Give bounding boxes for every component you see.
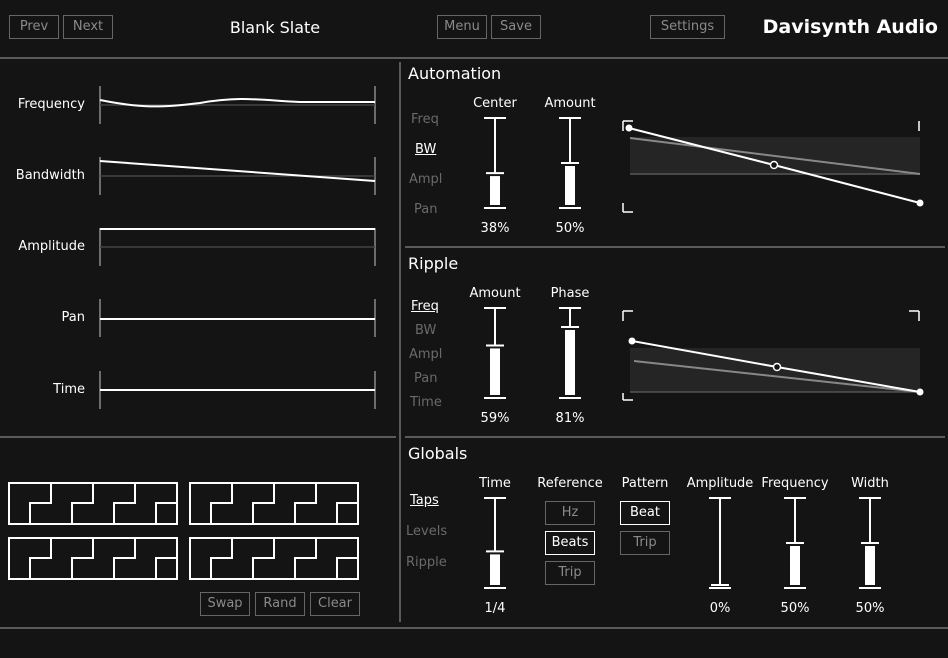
globals-tab-levels[interactable]: Levels [406,524,447,539]
settings-button[interactable]: Settings [650,15,725,39]
time-label: Time [479,476,511,491]
reference-hz-button[interactable]: Hz [545,501,595,525]
time-slider[interactable] [482,497,508,589]
footer-divider [0,627,948,629]
reference-label: Reference [537,476,603,491]
ripple-divider [405,436,945,438]
automation-target-bw[interactable]: BW [415,142,436,157]
ripple-phase-label: Phase [550,286,590,301]
automation-amount-label: Amount [544,96,596,111]
automation-title: Automation [408,64,502,83]
bandwidth-envelope-curve [99,160,376,182]
automation-graph[interactable] [622,120,928,213]
globals-title: Globals [408,444,468,463]
ripple-target-time[interactable]: Time [410,395,442,410]
ripple-amount-value: 59% [480,411,510,426]
save-button[interactable]: Save [491,15,541,39]
automation-target-freq[interactable]: Freq [411,112,439,127]
pattern-beat-button[interactable]: Beat [620,501,670,525]
slider-fill [790,546,800,585]
frequency-label: Frequency [761,476,829,491]
automation-amount-slider[interactable] [557,117,583,209]
slider-fill [490,348,500,395]
automation-amount-value: 50% [555,221,585,236]
width-value: 50% [855,601,885,616]
width-slider[interactable] [857,497,883,589]
slider-fill [865,546,875,585]
ripple-title: Ripple [408,254,459,273]
reference-beats-button[interactable]: Beats [545,531,595,555]
ripple-target-ampl[interactable]: Ampl [409,347,442,362]
clear-button[interactable]: Clear [310,592,360,616]
brand-logo: Davisynth Audio [762,16,938,38]
automation-center-slider[interactable] [482,117,508,209]
ripple-phase-slider[interactable] [557,307,583,399]
automation-target-pan[interactable]: Pan [414,202,437,217]
slider-fill [565,166,575,205]
automation-divider [405,246,945,248]
amplitude-value: 0% [709,601,731,616]
time-value: 1/4 [484,601,506,616]
rhythm-pattern-grid[interactable] [0,440,396,590]
ripple-phase-value: 81% [555,411,585,426]
globals-tab-taps[interactable]: Taps [410,493,439,508]
pattern-label: Pattern [621,476,669,491]
ripple-graph[interactable] [622,310,928,403]
slider-fill [565,329,575,395]
ripple-amount-label: Amount [469,286,521,301]
globals-tab-ripple[interactable]: Ripple [406,555,447,570]
automation-target-ampl[interactable]: Ampl [409,172,442,187]
rand-button[interactable]: Rand [255,592,305,616]
frequency-value: 50% [780,601,810,616]
ripple-target-freq[interactable]: Freq [411,299,439,314]
amplitude-slider[interactable] [707,497,733,589]
automation-center-value: 38% [480,221,510,236]
slider-fill [490,554,500,585]
menu-button[interactable]: Menu [437,15,487,39]
ripple-amount-slider[interactable] [482,307,508,399]
ripple-target-bw[interactable]: BW [415,323,436,338]
slider-fill [490,176,500,205]
swap-button[interactable]: Swap [200,592,250,616]
ripple-target-pan[interactable]: Pan [414,371,437,386]
reference-trip-button[interactable]: Trip [545,561,595,585]
pattern-trip-button[interactable]: Trip [620,531,670,555]
width-label: Width [851,476,889,491]
automation-center-label: Center [473,96,517,111]
amplitude-label: Amplitude [686,476,754,491]
envelope-editor[interactable] [0,0,400,430]
frequency-slider[interactable] [782,497,808,589]
left-divider [0,436,396,438]
